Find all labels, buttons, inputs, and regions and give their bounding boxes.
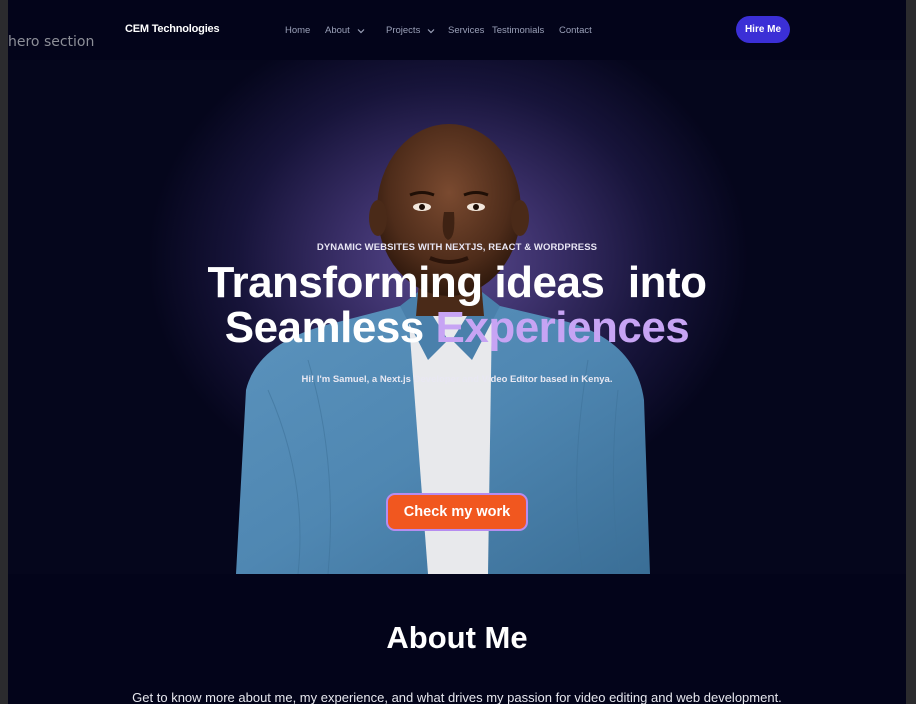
nav-link-label: About — [325, 25, 350, 36]
nav-link-label: Services — [448, 25, 485, 36]
headline-line-1: Transforming ideas into — [207, 258, 707, 307]
nav-link-label: Home — [285, 25, 311, 36]
canvas-background-edge — [906, 0, 916, 704]
nav-link-label: Contact — [559, 25, 592, 36]
nav-link-label: Testimonials — [492, 25, 545, 36]
hire-me-button[interactable]: Hire Me — [736, 16, 790, 43]
top-navbar: CEM Technologies Home About Projects Ser… — [8, 0, 906, 60]
nav-link-testimonials[interactable]: Testimonials — [492, 25, 544, 36]
hero-tagline: DYNAMIC WEBSITES WITH NEXTJS, REACT & WO… — [316, 242, 598, 253]
nav-link-projects[interactable]: Projects — [386, 25, 436, 36]
canvas-frame-label: hero section — [8, 34, 95, 50]
page-frame: CEM Technologies Home About Projects Ser… — [8, 0, 906, 704]
headline-line-2-prefix: Seamless — [224, 303, 436, 352]
hero-section: DYNAMIC WEBSITES WITH NEXTJS, REACT & WO… — [8, 60, 906, 574]
nav-link-about[interactable]: About — [325, 25, 366, 36]
brand-logo-text[interactable]: CEM Technologies — [125, 23, 220, 35]
about-section-text: Get to know more about me, my experience… — [132, 690, 782, 704]
nav-link-home[interactable]: Home — [285, 25, 310, 36]
check-my-work-button[interactable]: Check my work — [386, 493, 528, 531]
chevron-down-icon — [357, 28, 365, 33]
about-section-title: About Me — [386, 620, 528, 655]
nav-link-services[interactable]: Services — [448, 25, 484, 36]
nav-link-contact[interactable]: Contact — [559, 25, 592, 36]
hero-headline: Transforming ideas into Seamless Experie… — [8, 260, 906, 350]
hero-intro-text: Hi! I'm Samuel, a Next.js Developer and … — [301, 374, 613, 385]
nav-link-label: Projects — [386, 25, 421, 36]
chevron-down-icon — [427, 28, 435, 33]
headline-accent-word: Experiences — [435, 303, 690, 352]
